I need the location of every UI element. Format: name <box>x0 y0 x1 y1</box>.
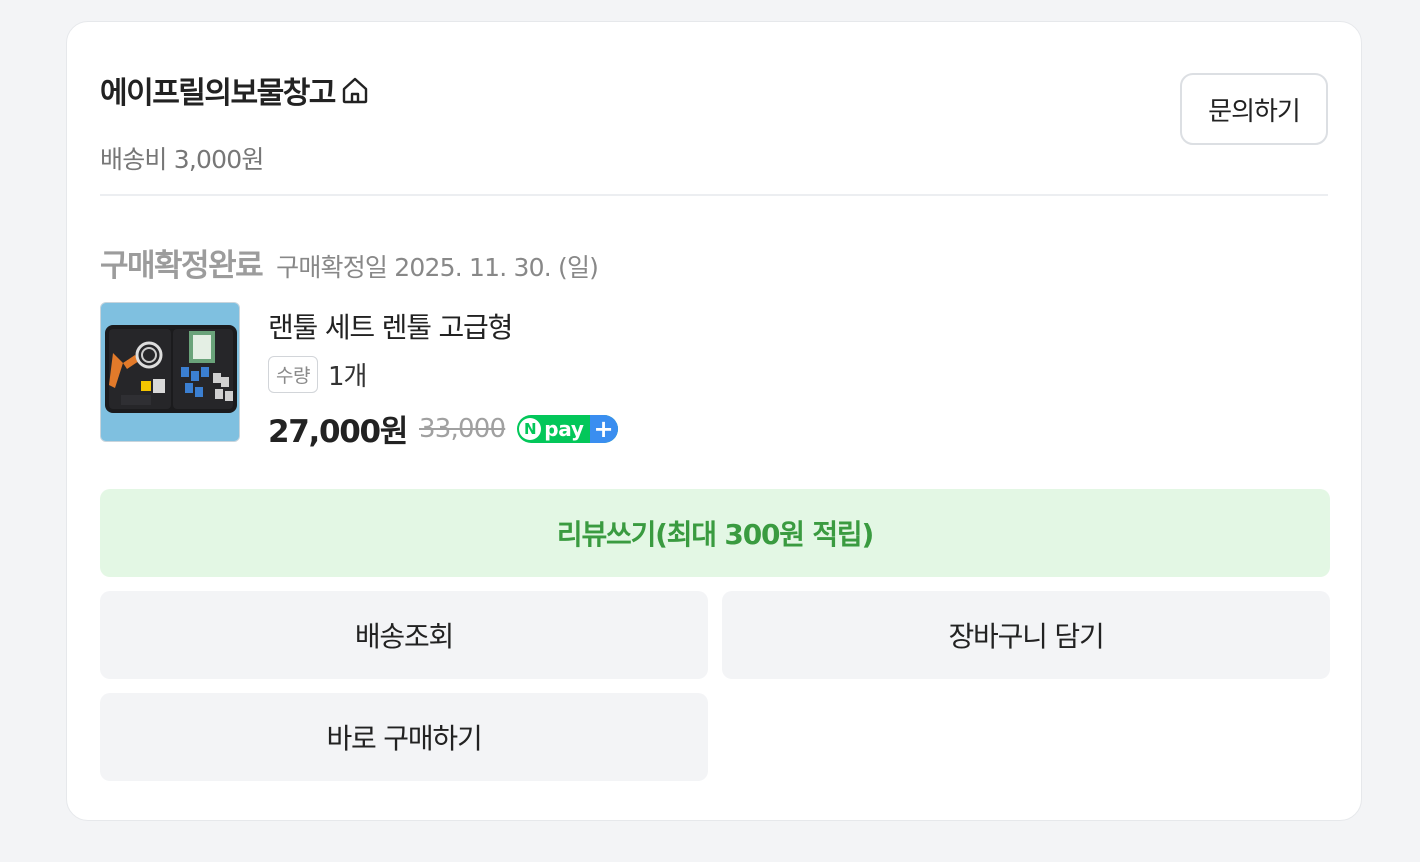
add-to-cart-button[interactable]: 장바구니 담기 <box>722 591 1330 679</box>
product-item: 랜툴 세트 렌툴 고급형 수량 1개 27,000원 33,000 N pay … <box>100 302 1328 450</box>
delivery-tracking-button[interactable]: 배송조회 <box>100 591 708 679</box>
quantity-value: 1개 <box>327 362 367 392</box>
shipping-fee: 배송비 3,000원 <box>100 145 264 174</box>
npay-text: pay <box>544 416 584 441</box>
product-name[interactable]: 랜툴 세트 렌툴 고급형 <box>268 306 513 346</box>
product-thumbnail[interactable] <box>100 302 240 442</box>
store-header: 에이프릴의보물창고 배송비 3,000원 문의하기 <box>100 62 1328 196</box>
order-status: 구매확정완료 <box>100 248 264 284</box>
plus-icon: + <box>589 414 618 443</box>
original-price: 33,000 <box>419 413 506 444</box>
home-icon[interactable] <box>339 74 371 106</box>
npay-plus-badge: N pay + <box>517 414 618 443</box>
store-name[interactable]: 에이프릴의보물창고 <box>100 68 336 112</box>
order-card: 에이프릴의보물창고 배송비 3,000원 문의하기 구매확정완료 구매확정일 2… <box>66 21 1362 821</box>
quantity-badge: 수량 <box>268 356 318 393</box>
confirm-date: 구매확정일 2025. 11. 30. (일) <box>276 253 599 282</box>
quantity-row: 수량 1개 <box>268 356 367 393</box>
write-review-button[interactable]: 리뷰쓰기(최대 300원 적립) <box>100 489 1330 577</box>
product-price: 27,000원 <box>268 414 408 450</box>
price-row: 27,000원 33,000 N pay + <box>268 406 618 451</box>
store-name-row[interactable]: 에이프릴의보물창고 <box>100 68 371 112</box>
npay-n-icon: N <box>519 417 542 440</box>
buy-now-button[interactable]: 바로 구매하기 <box>100 693 708 781</box>
order-status-row: 구매확정완료 구매확정일 2025. 11. 30. (일) <box>100 240 599 285</box>
inquiry-button[interactable]: 문의하기 <box>1180 73 1328 145</box>
